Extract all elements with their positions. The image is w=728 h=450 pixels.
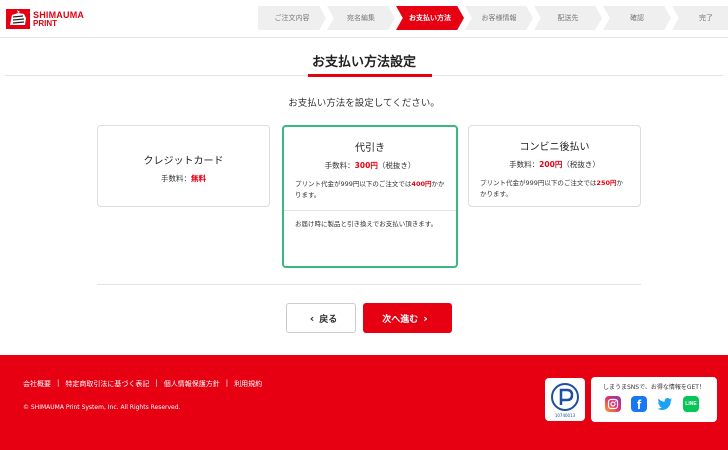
footer-link-terms[interactable]: 利用規約 <box>234 379 262 389</box>
conbini-note: プリント代金が999円以下のご注文では250円かかります。 <box>469 178 640 200</box>
fee-label: 手数料： <box>509 160 540 169</box>
progress-steps: ご注文内容 宛名編集 お支払い方法 お客様情報 配送先 確認 完了 <box>258 6 728 30</box>
sns-icons: f LINE <box>605 396 709 412</box>
instruction-text: お支払い方法を設定してください。 <box>288 98 440 109</box>
conbini-fee: 手数料：200円（税抜き） <box>469 159 640 170</box>
footer-link-commerce-law[interactable]: 特定商取引法に基づく表記 <box>65 379 149 389</box>
step-shipping: 配送先 <box>534 6 602 30</box>
page-title: お支払い方法設定 <box>311 55 416 70</box>
cod-extra-note: お届け時に製品と引き換えでお支払い頂きます。 <box>295 220 438 228</box>
next-button[interactable]: 次へ進む › <box>363 303 452 333</box>
logo[interactable]: SHIMAUMA PRINT <box>6 9 84 29</box>
payment-option-convenience-store[interactable]: コンビニ後払い 手数料：200円（税抜き） プリント代金が999円以下のご注文で… <box>468 125 641 207</box>
section-divider <box>97 284 641 285</box>
credit-card-name: クレジットカード <box>143 156 224 167</box>
fee-value: 無料 <box>191 174 206 183</box>
fee-suffix: （税抜き） <box>562 160 600 169</box>
cod-fee: 手数料：300円（税抜き） <box>284 160 456 171</box>
logo-text-line1: SHIMAUMA <box>33 9 85 20</box>
payment-option-credit-card[interactable]: クレジットカード 手数料：無料 <box>97 125 270 207</box>
site-header: SHIMAUMA PRINT ご注文内容 宛名編集 お支払い方法 お客様情報 配… <box>0 0 728 38</box>
cod-note: プリント代金が999円以下のご注文では400円かかります。 <box>284 179 456 201</box>
fee-label: 手数料： <box>324 161 355 170</box>
step-address-edit: 宛名編集 <box>327 6 395 30</box>
sns-box: しまうまSNSで、お得な情報をGET！ f LINE <box>591 377 717 422</box>
conbini-name: コンビニ後払い <box>519 142 590 153</box>
note-amount: 250円 <box>596 179 617 187</box>
logo-text-line2: PRINT <box>33 18 57 28</box>
back-button[interactable]: ‹ 戻る <box>286 303 356 333</box>
back-button-label: 戻る <box>319 314 338 325</box>
note-text: プリント代金が999円以下のご注文では <box>295 180 412 188</box>
line-icon[interactable]: LINE <box>683 396 699 412</box>
zebra-logo-icon <box>6 9 30 29</box>
link-separator: | <box>225 379 229 387</box>
fee-value: 200円 <box>539 160 563 169</box>
footer-links: 会社概要 | 特定商取引法に基づく表記 | 個人情報保護方針 | 利用規約 <box>23 379 262 389</box>
link-separator: | <box>57 379 60 387</box>
card-divider <box>284 210 456 211</box>
payment-option-cash-on-delivery[interactable]: 代引き 手数料：300円（税抜き） プリント代金が999円以下のご注文では400… <box>282 125 458 268</box>
step-customer-info: お客様情報 <box>465 6 533 30</box>
cod-name: 代引き <box>355 143 385 154</box>
fee-value: 300円 <box>354 161 378 170</box>
note-text: プリント代金が999円以下のご注文では <box>480 179 597 187</box>
link-separator: | <box>155 379 158 387</box>
note-amount: 400円 <box>411 180 432 188</box>
copyright: © SHIMAUMA Print System, Inc. All Rights… <box>23 404 181 411</box>
credit-card-fee: 手数料：無料 <box>98 173 269 184</box>
step-payment-method: お支払い方法 <box>396 6 464 30</box>
chevron-left-icon: ‹ <box>309 311 315 325</box>
step-order-contents: ご注文内容 <box>258 6 326 30</box>
sns-title: しまうまSNSで、お得な情報をGET！ <box>603 384 705 391</box>
twitter-icon[interactable] <box>657 396 673 412</box>
footer-link-company[interactable]: 会社概要 <box>23 379 51 389</box>
chevron-right-icon: › <box>423 311 428 325</box>
footer-link-privacy-policy[interactable]: 個人情報保護方針 <box>164 379 220 389</box>
privacy-mark-number: 10740013 <box>554 413 576 418</box>
privacy-mark-badge[interactable]: 10740013 <box>545 378 585 421</box>
fee-suffix: （税抜き） <box>377 161 416 170</box>
step-confirm: 確認 <box>603 6 671 30</box>
step-complete: 完了 <box>672 6 728 30</box>
fee-label: 手数料： <box>161 174 191 183</box>
title-underline <box>308 74 432 77</box>
instagram-icon[interactable] <box>605 396 621 412</box>
next-button-label: 次へ進む <box>382 314 419 325</box>
site-footer: 会社概要 | 特定商取引法に基づく表記 | 個人情報保護方針 | 利用規約 © … <box>0 355 728 450</box>
facebook-icon[interactable]: f <box>631 396 647 412</box>
